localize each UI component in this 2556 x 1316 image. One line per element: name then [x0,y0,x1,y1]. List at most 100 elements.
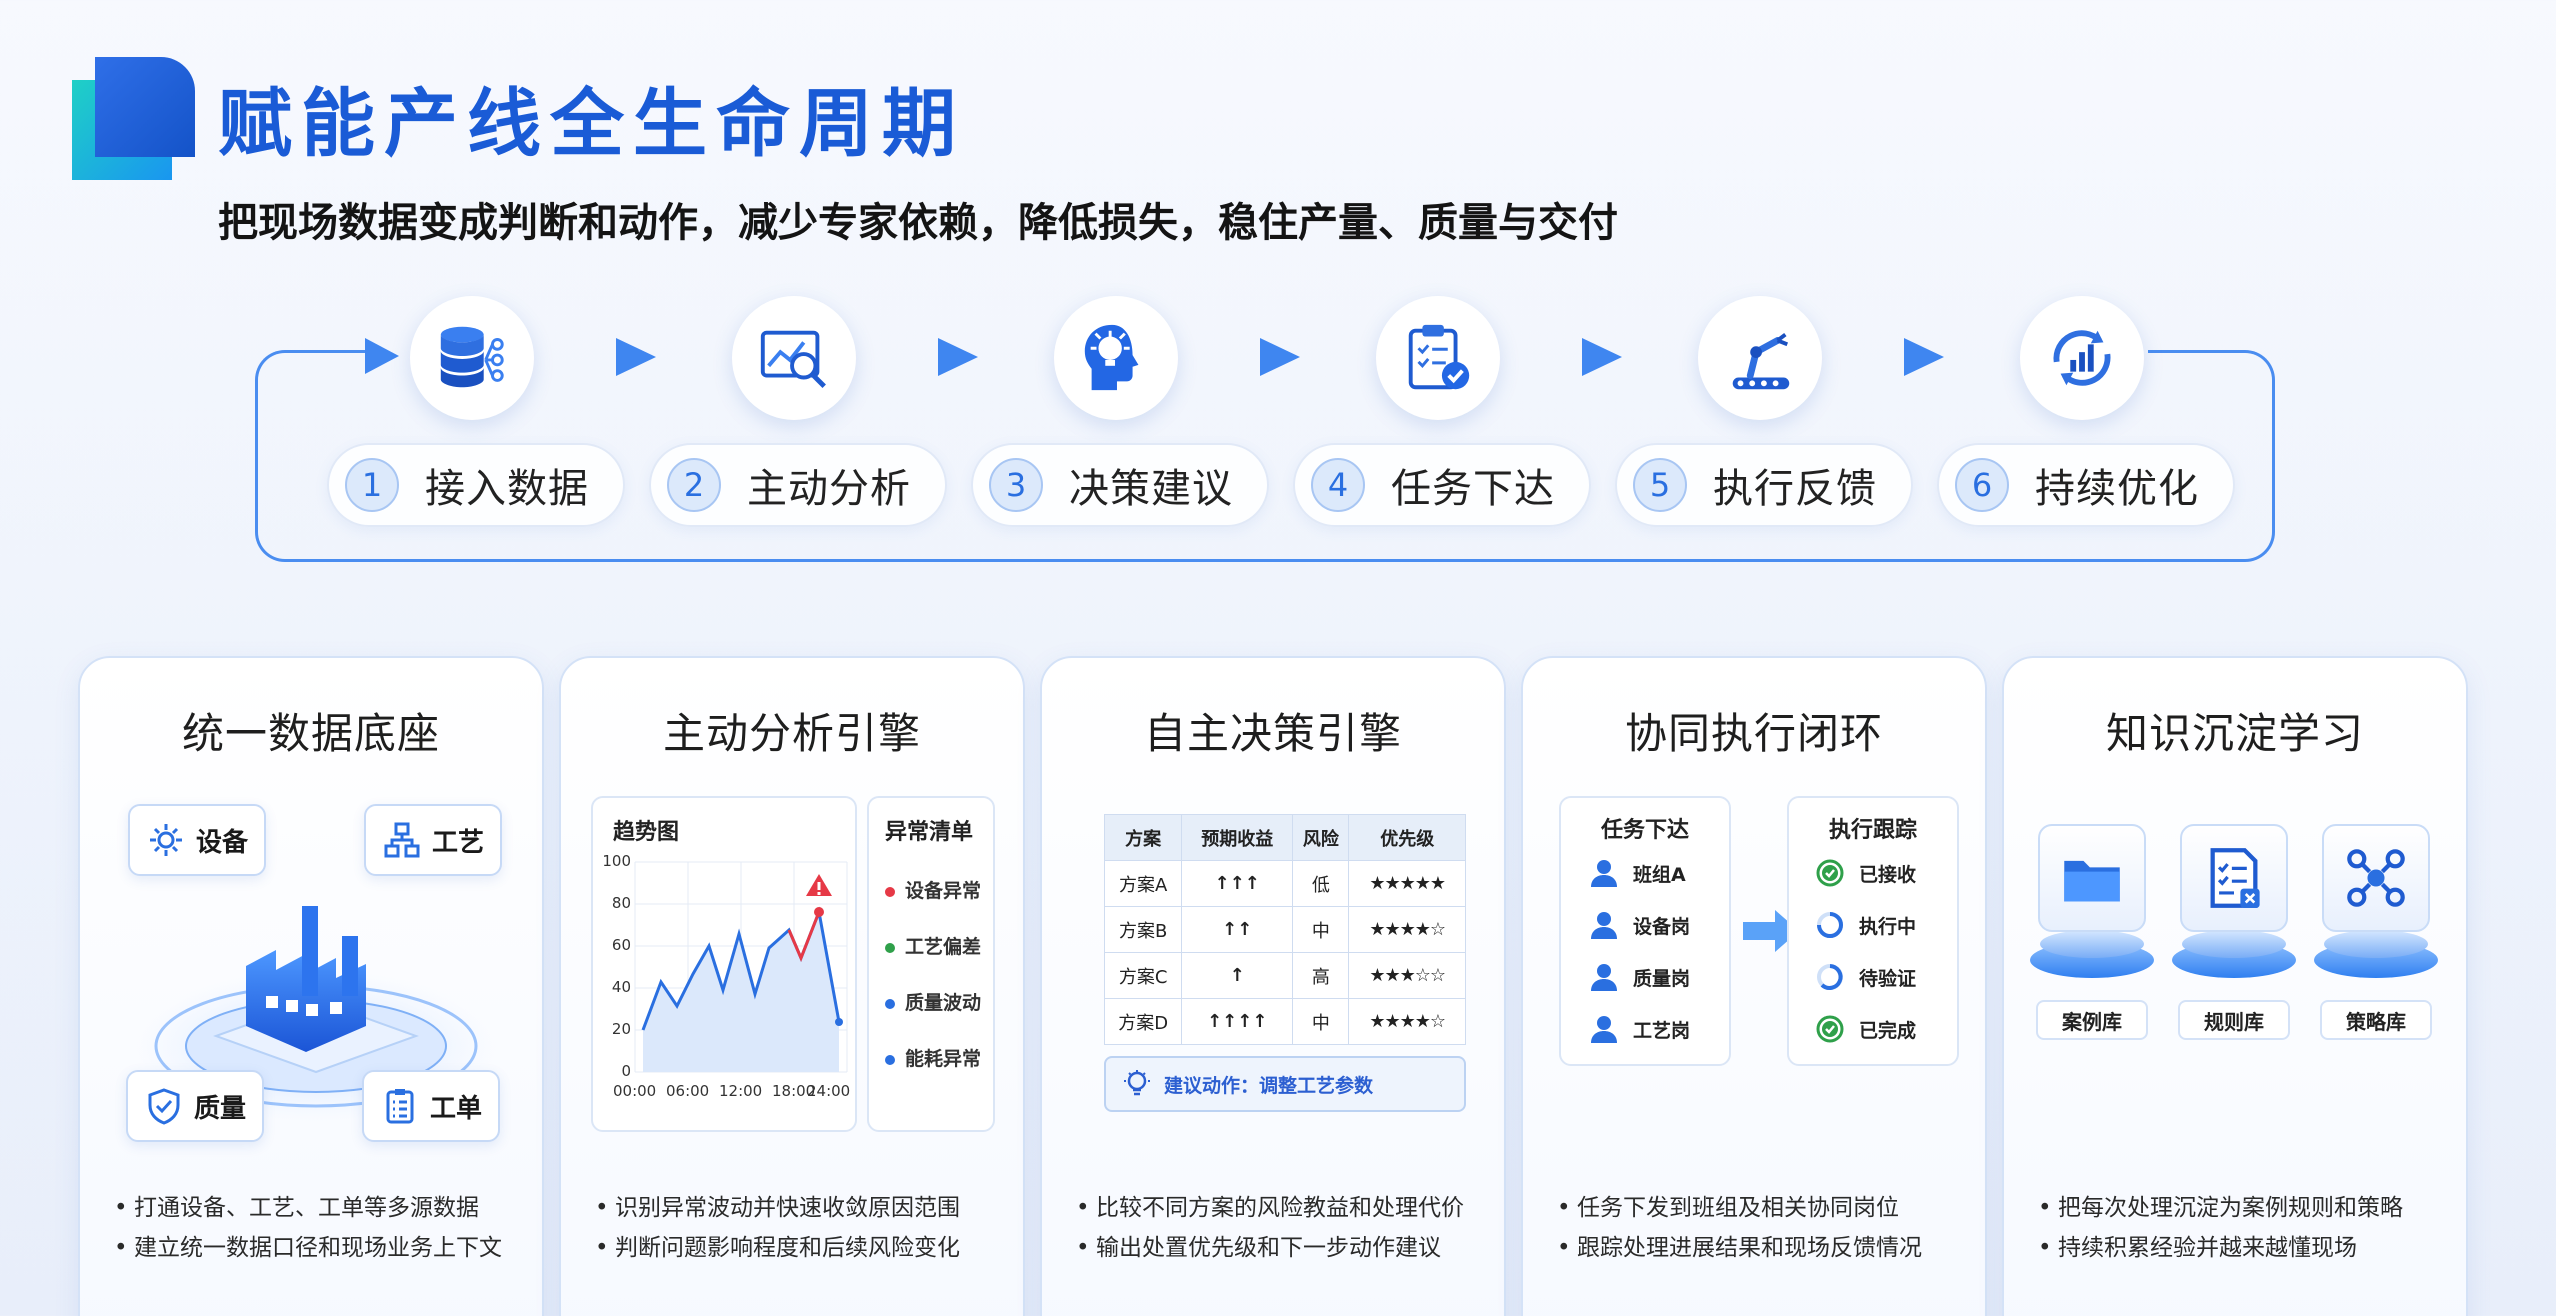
status-item: 已完成 [1815,1014,1916,1044]
library-icon-box [2038,824,2146,932]
chip-order: 工单 [362,1070,501,1142]
step-number: 4 [1311,458,1365,512]
library-icon-box [2180,824,2288,932]
role-item: 质量岗 [1589,962,1690,992]
anomaly-item: 质量波动 [885,988,981,1015]
track-title: 执行跟踪 [1828,818,1917,843]
flow-step-5: 5 执行反馈 [1615,443,1913,527]
anomaly-label: 设备异常 [905,880,982,902]
chip-process: 工艺 [364,804,503,876]
y-tick: 0 [621,1062,631,1080]
robot-arm-icon [1732,333,1790,390]
table-row: 方案D ↑↑↑↑ 中 ★★★★☆ [1103,998,1466,1045]
flow-step-2: 2 主动分析 [649,443,947,527]
network-icon [2347,849,2405,907]
user-icon [1591,860,1617,887]
table-cell: ↑↑ [1181,906,1294,953]
bullet-item: 建立统一数据口径和现场业务上下文 [114,1228,512,1268]
bullet-item: 持续积累经验并越来越懂现场 [2038,1228,2436,1268]
refresh-chart-icon [2053,330,2111,386]
document-checklist-icon [2210,848,2260,908]
y-tick: 60 [611,936,631,954]
step-1-icon [410,296,534,420]
flow-arrow-icon [616,338,656,376]
bullet-item: 任务下发到班组及相关协同岗位 [1557,1188,1955,1228]
flow-arrow-icon [1260,338,1300,376]
bullet-item: 输出处置优先级和下一步动作建议 [1076,1228,1474,1268]
anomaly-label: 能耗异常 [905,1048,982,1070]
table-cell: 方案D [1103,998,1183,1045]
clipboard-list-icon [386,1089,414,1124]
step-4-icon [1376,296,1500,420]
anomaly-panel: 异常清单 设备异常 工艺偏差 质量波动 能耗异常 [867,796,995,1132]
user-icon [1591,1016,1617,1043]
flow-step-6: 6 持续优化 [1937,443,2235,527]
anomaly-item: 工艺偏差 [885,932,981,959]
status-label: 已完成 [1859,1019,1917,1042]
anomaly-title: 异常清单 [885,820,974,845]
card-decision-engine: 自主决策引擎 方案 预期收益 风险 优先级 方案A ↑↑↑ 低 ★★★★★ 方案… [1040,656,1506,1316]
card-title: 知识沉淀学习 [2105,709,2364,758]
step-3-icon [1054,296,1178,420]
table-cell: 方案A [1103,860,1183,907]
factory-illustration: 设备 工艺 质量 工单 [106,796,516,1166]
chip-device: 设备 [128,804,267,876]
check-circle-icon [1816,1015,1844,1043]
chip-label: 工单 [430,1093,483,1124]
gear-icon [150,824,182,856]
table-row: 方案B ↑↑ 中 ★★★★☆ [1103,906,1466,953]
x-tick: 06:00 [666,1082,710,1100]
bullet-item: 把每次处理沉淀为案例规则和策略 [2038,1188,2436,1228]
bullet-item: 比较不同方案的风险教益和处理代价 [1076,1188,1474,1228]
table-cell: 方案C [1103,952,1183,999]
status-item: 执行中 [1815,910,1916,940]
status-label: 已接收 [1859,863,1917,886]
library-label: 策略库 [2320,1000,2432,1040]
flow-step-4: 4 任务下达 [1293,443,1591,527]
tracking-panel: 执行跟踪 已接收 执行中 待验证 已完成 [1787,796,1959,1066]
column-header: 方案 [1103,814,1183,861]
chart-search-icon [760,330,826,388]
step-number: 5 [1633,458,1687,512]
card-title: 自主决策引擎 [1143,709,1402,758]
table-row: 方案C ↑ 高 ★★★☆☆ [1103,952,1466,999]
column-header: 风险 [1292,814,1350,861]
lightbulb-icon [1124,1070,1150,1096]
y-tick: 80 [611,894,631,912]
status-label: 待验证 [1859,967,1917,990]
database-icon [440,326,504,388]
card-title: 统一数据底座 [181,709,440,758]
card-bullets: 识别异常波动并快速收敛原因范围 判断问题影响程度和后续风险变化 [595,1188,993,1268]
y-tick: 100 [602,852,631,870]
table-cell: ↑ [1181,952,1294,999]
x-tick: 00:00 [613,1082,657,1100]
role-label: 质量岗 [1633,967,1691,990]
anomaly-item: 设备异常 [885,876,981,903]
knowledge-illustration: 案例库 规则库 策略库 [2030,796,2440,1166]
shield-check-icon [148,1088,180,1125]
step-6-icon [2020,296,2144,420]
role-item: 设备岗 [1589,910,1690,940]
bullet-item: 判断问题影响程度和后续风险变化 [595,1228,993,1268]
table-cell: 中 [1292,906,1350,953]
table-cell: 低 [1292,860,1350,907]
dispatch-panel: 任务下达 班组A 设备岗 质量岗 工艺岗 [1559,796,1731,1066]
user-icon [1591,964,1617,991]
chip-label: 设备 [196,827,249,858]
step-label: 任务下达 [1391,466,1555,512]
anomaly-item: 能耗异常 [885,1044,981,1071]
role-label: 工艺岗 [1633,1019,1691,1042]
table-cell: ★★★☆☆ [1348,952,1466,999]
y-tick: 20 [611,1020,631,1038]
step-label: 执行反馈 [1713,466,1877,512]
flow-arrow-icon [1582,338,1622,376]
table-cell: ↑↑↑ [1181,860,1294,907]
logo-front-square [95,57,195,157]
column-header: 预期收益 [1181,814,1294,861]
library-platform [2324,930,2428,958]
table-row: 方案A ↑↑↑ 低 ★★★★★ [1103,860,1466,907]
card-title: 主动分析引擎 [662,709,921,758]
x-tick: 12:00 [719,1082,763,1100]
table-header-row: 方案 预期收益 风险 优先级 [1103,814,1466,861]
library-platform [2040,930,2144,958]
